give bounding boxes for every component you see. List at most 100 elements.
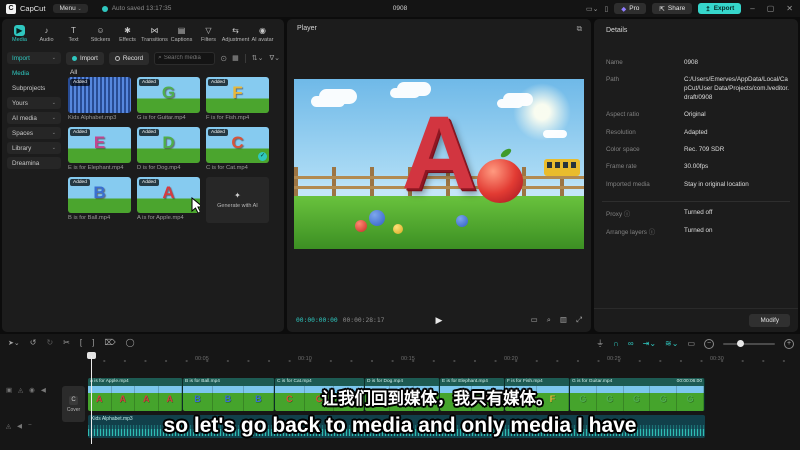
- thumbnail-letter: G: [686, 394, 694, 404]
- sidebar-item-media[interactable]: Media: [7, 67, 61, 79]
- media-item-name: C is for Cat.mp4: [206, 165, 248, 171]
- sort-icon[interactable]: ⇅⌄: [252, 54, 264, 62]
- collapse-track-icon[interactable]: −: [28, 422, 32, 430]
- clip-thumbnails: BBB: [183, 386, 274, 411]
- search-input[interactable]: [163, 55, 212, 61]
- mute-track-icon[interactable]: ◀: [17, 422, 22, 430]
- mouse-cursor-icon: [191, 196, 200, 213]
- hide-track-icon[interactable]: ◉: [29, 386, 35, 394]
- media-item[interactable]: Added C ✓ C is for Cat.mp4: [206, 127, 269, 171]
- select-tool-icon[interactable]: ➤⌄: [8, 339, 20, 347]
- clip-name-text: B is for Ball.mp4: [185, 379, 220, 384]
- tab-adjustment[interactable]: ⇆ Adjustment: [221, 21, 250, 47]
- grid-view-icon[interactable]: ▦: [232, 54, 239, 62]
- panel-layout-icon[interactable]: ▯: [604, 5, 608, 13]
- preview-frame-icon[interactable]: ▭: [687, 339, 695, 348]
- export-button[interactable]: ↥ Export: [698, 3, 742, 14]
- media-item[interactable]: Added A A is for Apple.mp4: [137, 177, 200, 223]
- tab-text[interactable]: T Text: [60, 21, 87, 47]
- redo-icon[interactable]: ↻: [46, 338, 53, 347]
- search-box[interactable]: ⌕: [154, 51, 216, 65]
- generate-with-ai-button[interactable]: ✦ Generate with AI: [206, 177, 269, 223]
- thumbnail-letter: B: [93, 183, 106, 203]
- sidebar-item-import[interactable]: Import ⌄: [7, 52, 61, 64]
- track-mode-icon[interactable]: ≋⌄: [665, 339, 678, 348]
- share-button[interactable]: ⇱ Share: [652, 3, 693, 14]
- media-item[interactable]: Added B B is for Ball.mp4: [68, 177, 131, 223]
- modify-button[interactable]: Modify: [749, 314, 790, 327]
- import-button[interactable]: Import: [66, 51, 104, 65]
- detail-row: Resolution Adapted: [606, 129, 790, 138]
- mask-icon[interactable]: ◯: [126, 338, 135, 347]
- thumbnail-letter: A: [166, 394, 174, 404]
- lock-track-icon[interactable]: ◬: [6, 422, 11, 430]
- media-item[interactable]: Added Kids Alphabet.mp3: [68, 77, 131, 121]
- menu-button[interactable]: Menu ⌄: [53, 4, 88, 13]
- play-button[interactable]: ▶: [436, 315, 443, 326]
- quality-icon[interactable]: ▥: [560, 315, 567, 325]
- timeline-ruler[interactable]: 00:05 00:10 00:15 00:20 00:25 00:30: [88, 354, 800, 368]
- popout-player-icon[interactable]: ⧉: [577, 24, 582, 34]
- timeline-clip[interactable]: A is for Apple.mp4 A A A A: [88, 378, 183, 411]
- preview-zoom-icon[interactable]: ⌕: [547, 315, 551, 325]
- thumbnail-letter: A: [119, 394, 127, 404]
- video-thumbnail: Added B: [68, 177, 131, 213]
- sidebar-item-subprojects[interactable]: Subprojects: [7, 82, 61, 94]
- media-item[interactable]: Added F F is for Fish.mp4: [206, 77, 269, 121]
- lock-track-icon[interactable]: ◬: [18, 386, 23, 394]
- sidebar-item-dreamina[interactable]: Dreamina: [7, 157, 61, 169]
- sidebar-item-yours[interactable]: Yours ⌄: [7, 97, 61, 109]
- tab-stickers[interactable]: ☺ Stickers: [87, 21, 114, 47]
- tab-label: Adjustment: [221, 37, 250, 43]
- layout-toggle-icon[interactable]: ▭⌄: [586, 5, 598, 13]
- media-item[interactable]: Added D D is for Dog.mp4: [137, 127, 200, 171]
- mic-icon[interactable]: ⏚: [596, 338, 604, 349]
- tab-ai-avatar[interactable]: ◉ AI avatar: [249, 21, 276, 47]
- auto-ripple-icon[interactable]: ⇥⌄: [643, 339, 656, 348]
- filter-icon[interactable]: ∇⌄: [269, 54, 280, 62]
- display-icon[interactable]: ▭: [531, 315, 538, 325]
- sidebar-item-spaces[interactable]: Spaces ⌄: [7, 127, 61, 139]
- visual-search-icon[interactable]: ⊙: [220, 54, 227, 63]
- timeline-clip[interactable]: B is for Ball.mp4 B B B: [183, 378, 275, 411]
- cover-button[interactable]: C Cover: [62, 386, 85, 422]
- sidebar-item-library[interactable]: Library ⌄: [7, 142, 61, 154]
- sidebar-item-label: Yours: [12, 99, 28, 107]
- link-icon[interactable]: ∞: [628, 339, 634, 348]
- delete-icon[interactable]: ⌦: [104, 338, 115, 347]
- mute-track-icon[interactable]: ◀: [41, 386, 46, 394]
- tab-captions[interactable]: ▤ Captions: [168, 21, 195, 47]
- tab-effects[interactable]: ✱ Effects: [114, 21, 141, 47]
- slider-knob[interactable]: [737, 340, 744, 347]
- filter-all-label[interactable]: All: [70, 69, 77, 76]
- ai-avatar-icon: ◉: [259, 26, 266, 35]
- timeline-clip[interactable]: G is for Guitar.mp4 00:00:06:00 G G G G G: [570, 378, 705, 411]
- trim-left-icon[interactable]: [: [80, 338, 82, 347]
- minimize-button[interactable]: –: [747, 4, 757, 13]
- media-item[interactable]: Added E E is for Elephant.mp4: [68, 127, 131, 171]
- record-button[interactable]: Record: [108, 51, 150, 65]
- tab-transitions[interactable]: ⋈ Transitions: [141, 21, 168, 47]
- undo-icon[interactable]: ↺: [30, 338, 37, 347]
- added-badge: Added: [70, 79, 90, 86]
- project-title: 0908: [392, 5, 408, 12]
- tab-media[interactable]: ▶ Media: [6, 21, 33, 47]
- trim-right-icon[interactable]: ]: [92, 338, 94, 347]
- maximize-button[interactable]: ▢: [764, 4, 778, 13]
- zoom-in-icon[interactable]: +: [784, 338, 794, 349]
- clip-thumbnail: A: [111, 386, 135, 411]
- tab-filters[interactable]: ▽ Filters: [195, 21, 222, 47]
- pro-button[interactable]: ◆ Pro: [614, 3, 647, 14]
- media-item[interactable]: Added G G is for Guitar.mp4: [137, 77, 200, 121]
- magnet-icon[interactable]: ∩: [613, 339, 619, 348]
- zoom-out-icon[interactable]: −: [704, 338, 714, 349]
- fullscreen-icon[interactable]: ⤢: [576, 315, 582, 325]
- video-thumbnail: Added F: [206, 77, 269, 113]
- zoom-slider[interactable]: [723, 340, 775, 347]
- adjust-track-icon[interactable]: ▣: [6, 386, 12, 394]
- sidebar-item-ai-media[interactable]: AI media ⌄: [7, 112, 61, 124]
- close-button[interactable]: ✕: [783, 4, 796, 13]
- video-preview[interactable]: A: [294, 79, 584, 249]
- tab-audio[interactable]: ♪ Audio: [33, 21, 60, 47]
- split-icon[interactable]: ✂: [63, 338, 70, 347]
